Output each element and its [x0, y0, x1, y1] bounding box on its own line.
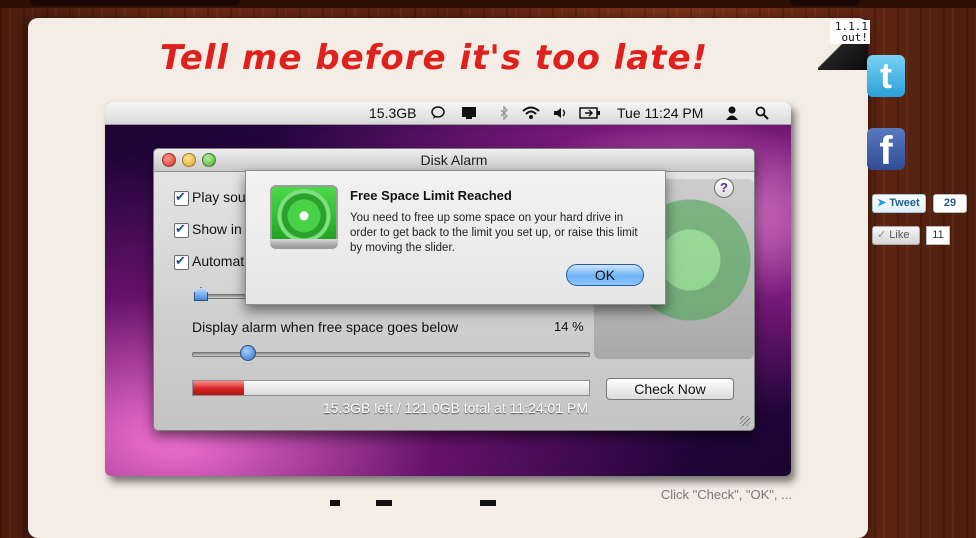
- alarm-threshold-label: Display alarm when free space goes below: [192, 319, 459, 335]
- threshold-slider-thumb[interactable]: [240, 345, 257, 361]
- ok-button[interactable]: OK: [566, 264, 644, 286]
- menubar-clock[interactable]: Tue 11:24 PM: [617, 105, 703, 121]
- interval-slider-thumb[interactable]: [194, 287, 208, 301]
- alert-title: Free Space Limit Reached: [350, 188, 512, 203]
- hard-drive-base: [270, 239, 338, 247]
- screenshot-caption: Click "Check", "OK", ...: [660, 487, 792, 502]
- check-icon: ✓: [877, 229, 887, 241]
- check-now-button[interactable]: Check Now: [606, 378, 734, 400]
- twitter-icon[interactable]: t: [867, 55, 905, 97]
- alarm-threshold-value: 14 %: [554, 319, 584, 334]
- window-title: Disk Alarm: [420, 152, 488, 168]
- menubar-disk-free[interactable]: 15.3GB: [369, 105, 416, 121]
- battery-icon[interactable]: [579, 106, 601, 120]
- top-tab: [790, 0, 860, 6]
- tweet-button[interactable]: ➤ Tweet: [872, 194, 926, 213]
- tweet-label: Tweet: [889, 197, 920, 209]
- user-icon[interactable]: [725, 106, 739, 120]
- auto-check-label: Automat: [192, 253, 245, 269]
- menu-bar: 15.3GB Tue 11:24 PM: [105, 102, 791, 125]
- show-in-checkbox[interactable]: [174, 221, 189, 238]
- page-headline: Tell me before it's too late!: [159, 38, 709, 78]
- help-button[interactable]: ?: [714, 178, 734, 198]
- auto-check-checkbox[interactable]: [174, 253, 189, 270]
- tweet-count: 29: [933, 194, 967, 213]
- disk-status-text: 15.3GB left / 121.0GB total at 11:24:01 …: [322, 400, 588, 416]
- disk-usage-fill: [193, 381, 245, 395]
- facebook-icon[interactable]: f: [867, 128, 905, 173]
- window-titlebar[interactable]: Disk Alarm: [154, 149, 754, 172]
- like-count: 11: [926, 226, 950, 245]
- like-label: Like: [889, 229, 910, 241]
- speech-bubble-icon[interactable]: [431, 106, 445, 120]
- volume-icon[interactable]: [553, 106, 567, 120]
- bluetooth-icon[interactable]: [497, 105, 511, 121]
- bird-icon: ➤: [877, 197, 887, 209]
- resize-grip[interactable]: [740, 416, 750, 426]
- show-in-label: Show in: [192, 221, 242, 237]
- display-icon[interactable]: [461, 106, 476, 120]
- wifi-icon[interactable]: [521, 106, 541, 120]
- play-sound-checkbox[interactable]: [174, 189, 189, 206]
- alert-message: You need to free up some space on your h…: [350, 212, 638, 254]
- top-tab: [30, 0, 240, 6]
- like-button[interactable]: ✓ Like: [872, 226, 920, 245]
- alert-sheet: Free Space Limit Reached You need to fre…: [245, 170, 666, 305]
- play-sound-label: Play sou: [192, 189, 246, 205]
- disk-usage-bar: [192, 380, 590, 396]
- version-badge[interactable]: 1.1.1 out!: [830, 20, 870, 44]
- spotlight-icon[interactable]: [755, 106, 769, 120]
